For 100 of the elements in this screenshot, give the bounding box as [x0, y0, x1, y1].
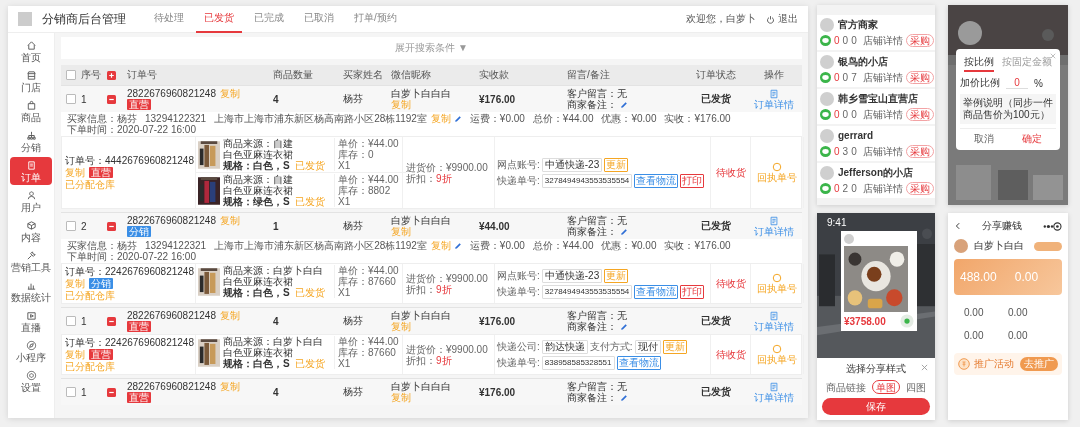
order-detail-button[interactable]: 订单详情	[754, 381, 794, 403]
order-status: 已发货	[701, 219, 731, 233]
row-checkbox[interactable]	[66, 94, 76, 104]
shipment-state: 已发货	[294, 358, 325, 369]
sidebar-item[interactable]: 数据统计	[10, 277, 52, 305]
sidebar-item[interactable]: 小程序	[10, 337, 52, 365]
sidebar-item[interactable]: 设置	[10, 367, 52, 395]
stat-value: 0	[842, 108, 849, 121]
input-field[interactable]: 韵达快递	[541, 339, 588, 354]
action-button[interactable]: 打印	[680, 173, 705, 188]
row-checkbox[interactable]	[66, 316, 76, 326]
input-field[interactable]: 中通快递-23	[541, 268, 603, 283]
input-field[interactable]: 现付	[634, 339, 661, 354]
product-spec: 规格：白色，S	[223, 160, 290, 171]
action-button[interactable]: 查看物流	[634, 173, 679, 188]
nav-tab[interactable]: 待处理	[146, 5, 192, 33]
cost-price: 进货价：¥9900.00	[406, 161, 488, 173]
shop-detail-link[interactable]: 店铺详情	[862, 108, 903, 121]
quantity-text: 4	[273, 386, 280, 398]
more-icon[interactable]	[1042, 221, 1062, 231]
sidebar-item[interactable]: 营销工具	[10, 247, 52, 275]
pencil-icon[interactable]	[453, 114, 462, 123]
nav-tab[interactable]: 已取消	[296, 5, 342, 33]
pencil-icon[interactable]	[620, 100, 628, 109]
pencil-icon[interactable]	[620, 393, 628, 402]
purchase-button[interactable]: 采购	[905, 182, 934, 195]
share-option[interactable]: 商品链接	[822, 380, 870, 394]
nav-tab[interactable]: 打单/预约	[346, 5, 405, 33]
settings-icon	[25, 369, 37, 381]
order-detail-button[interactable]: 订单详情	[754, 310, 794, 332]
nav-tab[interactable]: 已完成	[246, 5, 292, 33]
collapse-icon[interactable]	[107, 221, 116, 231]
action-button[interactable]: 打印	[680, 284, 705, 299]
shop-detail-link[interactable]: 店铺详情	[862, 71, 903, 84]
sidebar-item[interactable]: 商品	[10, 97, 52, 125]
sidebar-item[interactable]: 订单	[10, 157, 52, 185]
quantity-text: 4	[273, 315, 280, 327]
save-button[interactable]: 保存	[822, 398, 930, 415]
address-text: 上海市上海市浦东新区杨高南路小区28栋1192室	[214, 113, 427, 124]
field-label: 快递单号:	[497, 357, 540, 368]
input-field[interactable]: 0	[1006, 77, 1028, 89]
promote-button[interactable]: 去推广	[1020, 357, 1058, 371]
collapse-icon[interactable]	[107, 316, 116, 326]
stat-value: 0	[834, 34, 840, 47]
sidebar-item[interactable]: 直播	[10, 307, 52, 335]
collapse-icon[interactable]	[107, 387, 116, 397]
confirm-button[interactable]: 确定	[1016, 132, 1048, 146]
product-source: 商品来源：白萝卜白白	[223, 336, 324, 347]
discount-text: 折扣：9折	[406, 283, 452, 295]
sidebar-item[interactable]: 首页	[10, 37, 52, 65]
pencil-icon[interactable]	[620, 322, 628, 331]
input-field[interactable]: 838958585328551	[541, 355, 615, 370]
share-option[interactable]: 四图	[902, 380, 930, 394]
sidebar-item[interactable]: 分销	[10, 127, 52, 155]
sidebar-item[interactable]: 用户	[10, 187, 52, 215]
expand-all-icon[interactable]	[107, 70, 116, 80]
shop-card[interactable]: gerrard 0 3 0 店铺详情 采购	[817, 126, 935, 161]
select-all-checkbox[interactable]	[66, 70, 76, 80]
order-detail-button[interactable]: 订单详情	[754, 88, 794, 110]
dialog-tab[interactable]: 按固定金额	[1002, 54, 1052, 72]
collapse-icon[interactable]	[107, 94, 116, 104]
customer-note: 客户留言：无	[567, 215, 627, 226]
input-field[interactable]: 3278494943553535554	[541, 284, 633, 299]
cancel-button[interactable]: 取消	[968, 132, 1000, 146]
close-icon[interactable]	[921, 364, 928, 371]
shop-card[interactable]: 韩乡雪宝山直营店 0 0 0 店铺详情 采购	[817, 89, 935, 124]
action-button[interactable]: 查看物流	[634, 284, 679, 299]
input-field[interactable]: 中通快递-23	[541, 157, 603, 172]
input-field[interactable]: 3278494943553535554	[541, 173, 633, 188]
action-button[interactable]: 查看物流	[616, 355, 661, 370]
allocation-note: 已分配仓库	[65, 179, 115, 190]
dialog-tab[interactable]: 按比例	[964, 54, 994, 72]
pencil-icon[interactable]	[620, 227, 628, 236]
purchase-button[interactable]: 采购	[905, 71, 934, 84]
purchase-button[interactable]: 采购	[905, 145, 934, 158]
shop-detail-link[interactable]: 店铺详情	[862, 34, 903, 47]
logout-button[interactable]: 退出	[766, 12, 798, 26]
purchase-button[interactable]: 采购	[905, 108, 934, 121]
nickname-text: 白萝卜白白白	[391, 88, 451, 99]
row-checkbox[interactable]	[66, 387, 76, 397]
shop-card[interactable]: 银鸟的小店 0 0 7 店铺详情 采购	[817, 52, 935, 87]
search-toggle[interactable]: 展开搜索条件 ▼	[395, 41, 468, 55]
buyer-info: 买家信息：杨芬	[67, 113, 137, 124]
shop-card[interactable]: Jefferson的小店 0 2 0 店铺详情 采购	[817, 163, 935, 198]
pencil-icon[interactable]	[453, 241, 462, 250]
shop-detail-link[interactable]: 店铺详情	[862, 145, 903, 158]
sidebar-item[interactable]: 内容	[10, 217, 52, 245]
chat-icon	[820, 109, 831, 120]
shop-card[interactable]: 官方商家 0 0 0 店铺详情 采购	[817, 15, 935, 50]
order-detail-button[interactable]: 订单详情	[754, 215, 794, 237]
user-icon	[25, 189, 37, 201]
sidebar-item[interactable]: 门店	[10, 67, 52, 95]
row-checkbox[interactable]	[66, 221, 76, 231]
stat-value: 0.00	[964, 330, 985, 341]
back-icon[interactable]	[954, 222, 962, 230]
discount-text: 折扣：9折	[406, 354, 452, 366]
stat-value: 0	[851, 108, 857, 121]
shop-detail-link[interactable]: 店铺详情	[862, 182, 903, 195]
purchase-button[interactable]: 采购	[905, 34, 934, 47]
user-name: 白萝卜白白	[974, 239, 1024, 253]
